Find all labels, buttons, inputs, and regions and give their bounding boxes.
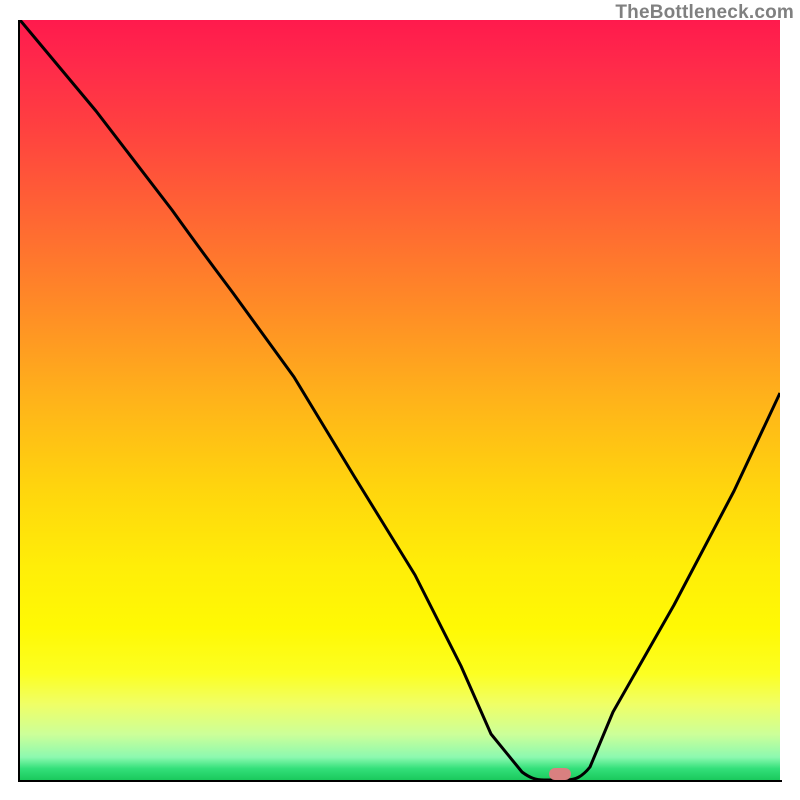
x-axis bbox=[18, 780, 782, 782]
bottleneck-curve bbox=[20, 20, 780, 780]
curve-layer bbox=[20, 20, 780, 780]
chart-container: TheBottleneck.com bbox=[0, 0, 800, 800]
plot-area bbox=[20, 20, 780, 780]
watermark: TheBottleneck.com bbox=[615, 2, 794, 24]
y-axis bbox=[18, 20, 20, 782]
current-config-marker bbox=[549, 768, 571, 780]
